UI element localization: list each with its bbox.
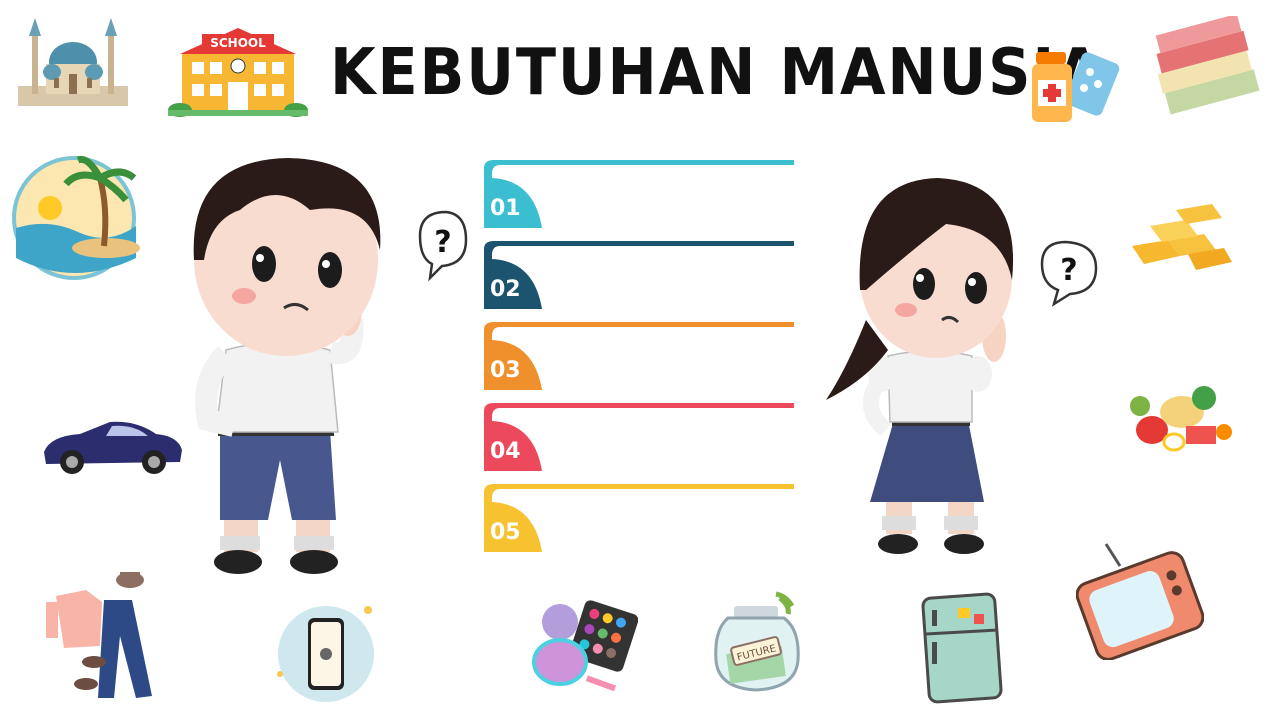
food-icon: [1122, 376, 1236, 458]
refrigerator-icon: [918, 592, 1006, 704]
medicine-icon: [1022, 44, 1126, 130]
svg-text:?: ?: [1060, 253, 1077, 288]
sports-car-icon: [40, 406, 186, 478]
list-item-02: 02: [484, 241, 794, 309]
boy-thinking-illustration: ?: [180, 140, 480, 580]
svg-text:?: ?: [434, 225, 451, 260]
school-sign-text: SCHOOL: [210, 36, 266, 50]
makeup-icon: [530, 600, 638, 696]
list-tab-shape: [484, 241, 794, 309]
list-number: 05: [490, 520, 521, 545]
list-number: 04: [490, 439, 521, 464]
list-number: 02: [490, 277, 521, 302]
list-number: 01: [490, 196, 521, 221]
savings-jar-icon: FUTURE: [710, 590, 810, 694]
list-item-03: 03: [484, 322, 794, 390]
list-item-01: 01: [484, 160, 794, 228]
books-icon: [1150, 16, 1260, 122]
list-item-05: 05: [484, 484, 794, 552]
list-tab-shape: [484, 403, 794, 471]
girl-thinking-illustration: ?: [826, 160, 1116, 560]
smartphone-icon: [270, 600, 380, 706]
gold-bars-icon: [1128, 196, 1234, 276]
list-tab-shape: [484, 160, 794, 228]
question-bubble-icon: ?: [418, 210, 468, 282]
mosque-icon: [14, 14, 132, 109]
question-bubble-icon: ?: [1040, 240, 1098, 307]
list-tab-shape: [484, 322, 794, 390]
list-item-04: 04: [484, 403, 794, 471]
school-icon: SCHOOL: [166, 26, 310, 118]
page-title: KEBUTUHAN MANUSIA: [330, 36, 1104, 110]
list-tab-shape: [484, 484, 794, 552]
list-number: 03: [490, 358, 521, 383]
beach-island-icon: [8, 148, 146, 286]
clothes-icon: [46, 566, 158, 704]
